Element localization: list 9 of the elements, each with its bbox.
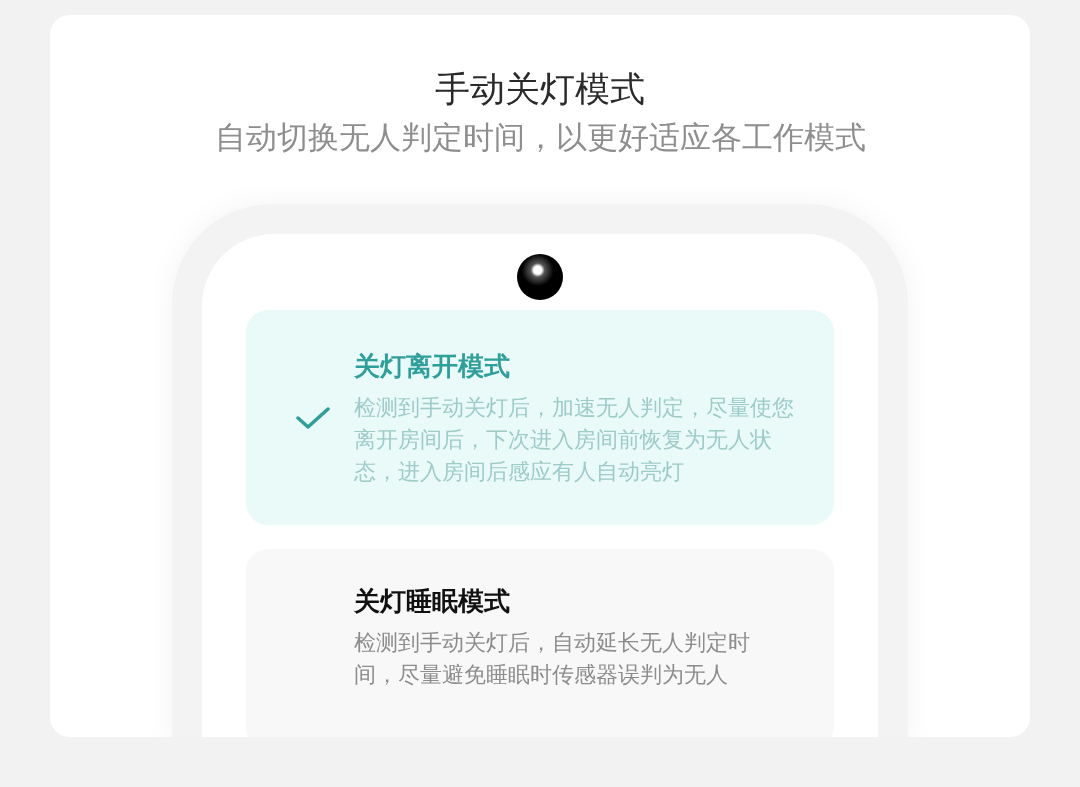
mode-option[interactable]: 关灯睡眠模式 检测到手动关灯后，自动延长无人判定时 间，尽量避免睡眠时传感器误判为无人 [246, 549, 834, 737]
page-subtitle: 自动切换无人判定时间，以更好适应各工作模式 [214, 118, 866, 157]
option-description: 检测到手动关灯后，加速无人判定，尽量使您 离开房间后，下次进入房间前恢复为无人状 态，进入房间后感应有人自动亮灯 [354, 393, 795, 486]
camera-icon [517, 254, 563, 300]
option-title: 关灯睡眠模式 [354, 585, 511, 618]
page-title: 手动关灯模式 [435, 68, 645, 111]
option-description: 检测到手动关灯后，自动延长无人判定时 间，尽量避免睡眠时传感器误判为无人 [354, 629, 751, 689]
check-icon [296, 405, 330, 430]
option-title: 关灯离开模式 [354, 349, 511, 383]
